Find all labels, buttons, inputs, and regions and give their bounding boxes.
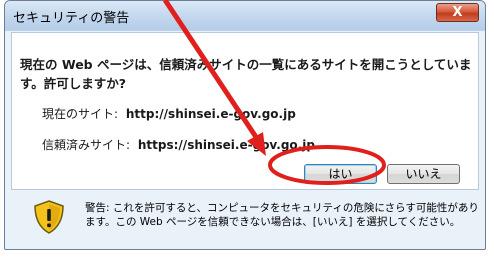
yes-button[interactable]: はい <box>304 164 377 184</box>
no-button[interactable]: いいえ <box>387 164 460 184</box>
trusted-site-label: 信頼済みサイト: <box>42 138 131 152</box>
dialog-body: 現在の Web ページは、信頼済みサイトの一覧にあるサイトを開こうとしています。… <box>11 32 479 190</box>
current-site-row: 現在のサイト: http://shinsei.e-gov.go.jp <box>42 105 296 122</box>
trusted-site-value: https://shinsei.e-gov.go.jp <box>137 138 315 152</box>
warning-message: 現在の Web ページは、信頼済みサイトの一覧にあるサイトを開こうとしています。… <box>20 57 472 91</box>
close-icon: X <box>452 5 463 20</box>
warning-footer: 警告: これを許可すると、コンピュータをセキュリティの危険にさらす可能性がありま… <box>11 195 479 239</box>
shield-warning-icon <box>34 200 64 234</box>
current-site-value: http://shinsei.e-gov.go.jp <box>125 107 296 121</box>
warning-text: 警告: これを許可すると、コンピュータをセキュリティの危険にさらす可能性がありま… <box>85 202 479 228</box>
title-bar: セキュリティの警告 X <box>5 1 485 30</box>
trusted-site-row: 信頼済みサイト: https://shinsei.e-gov.go.jp <box>42 136 315 153</box>
close-button[interactable]: X <box>436 3 479 22</box>
dialog-title: セキュリティの警告 <box>13 11 130 26</box>
current-site-label: 現在のサイト: <box>42 107 119 121</box>
screenshot: セキュリティの警告 X 現在の Web ページは、信頼済みサイトの一覧にあるサイ… <box>0 0 494 258</box>
security-warning-dialog: セキュリティの警告 X 現在の Web ページは、信頼済みサイトの一覧にあるサイ… <box>4 0 486 250</box>
